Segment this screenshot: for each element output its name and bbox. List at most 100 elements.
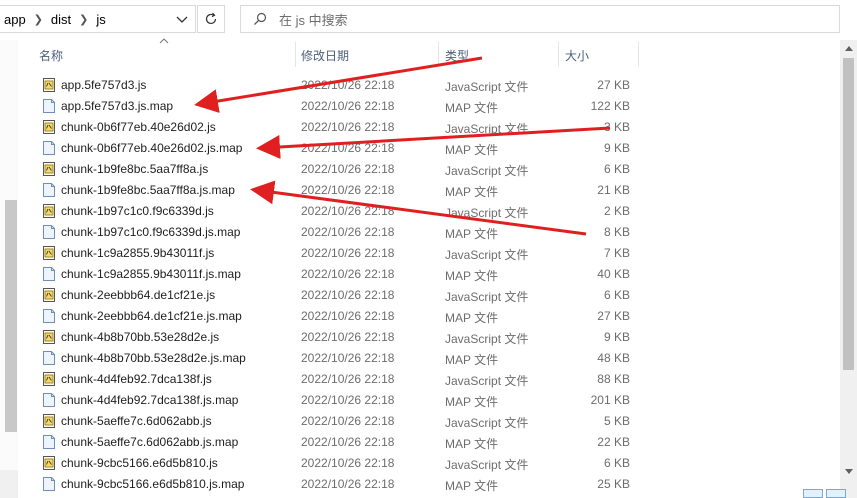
column-divider[interactable] xyxy=(295,42,296,67)
file-name[interactable]: chunk-9cbc5166.e6d5b810.js.map xyxy=(61,477,244,491)
file-size: 6 KB xyxy=(603,456,630,470)
file-type: JavaScript 文件 xyxy=(445,164,529,178)
file-date: 2022/10/26 22:18 xyxy=(301,204,395,218)
column-header-date[interactable]: 修改日期 xyxy=(301,40,349,71)
file-name[interactable]: chunk-1b9fe8bc.5aa7ff8a.js.map xyxy=(61,183,235,197)
table-row[interactable]: chunk-5aeffe7c.6d062abb.js 2022/10/26 22:… xyxy=(38,411,638,432)
file-type: JavaScript 文件 xyxy=(445,458,529,472)
column-divider[interactable] xyxy=(558,42,559,67)
file-name[interactable]: chunk-1c9a2855.9b43011f.js xyxy=(61,246,214,260)
table-row[interactable]: chunk-0b6f77eb.40e26d02.js.map 2022/10/26… xyxy=(38,138,638,159)
js-file-icon xyxy=(43,78,55,92)
file-name[interactable]: chunk-9cbc5166.e6d5b810.js xyxy=(61,456,218,470)
vertical-scrollbar[interactable] xyxy=(840,40,857,498)
search-input[interactable]: 在 js 中搜索 xyxy=(240,5,840,33)
column-header-size[interactable]: 大小 xyxy=(565,40,589,71)
table-row[interactable]: chunk-2eebbb64.de1cf21e.js 2022/10/26 22:… xyxy=(38,285,638,306)
table-row[interactable]: chunk-1b97c1c0.f9c6339d.js 2022/10/26 22:… xyxy=(38,201,638,222)
file-date: 2022/10/26 22:18 xyxy=(301,309,395,323)
table-row[interactable]: chunk-4b8b70bb.53e28d2e.js 2022/10/26 22:… xyxy=(38,327,638,348)
file-type: MAP 文件 xyxy=(445,227,499,241)
file-name[interactable]: app.5fe757d3.js xyxy=(61,78,146,92)
file-size: 21 KB xyxy=(597,183,630,197)
file-size: 2 KB xyxy=(603,204,630,218)
chevron-up-icon xyxy=(844,46,853,51)
file-name[interactable]: chunk-4b8b70bb.53e28d2e.js.map xyxy=(61,351,246,365)
file-date: 2022/10/26 22:18 xyxy=(301,414,395,428)
file-size: 9 KB xyxy=(603,141,630,155)
file-date: 2022/10/26 22:18 xyxy=(301,162,395,176)
file-name[interactable]: chunk-4d4feb92.7dca138f.js xyxy=(61,372,212,386)
file-name[interactable]: chunk-0b6f77eb.40e26d02.js xyxy=(61,120,216,134)
file-size: 5 KB xyxy=(603,414,630,428)
navigation-scrollbar[interactable] xyxy=(5,200,17,432)
file-name[interactable]: chunk-5aeffe7c.6d062abb.js.map xyxy=(61,435,238,449)
table-row[interactable]: chunk-1b9fe8bc.5aa7ff8a.js.map 2022/10/26… xyxy=(38,180,638,201)
table-row[interactable]: chunk-5aeffe7c.6d062abb.js.map 2022/10/26… xyxy=(38,432,638,453)
table-row[interactable]: chunk-1c9a2855.9b43011f.js 2022/10/26 22:… xyxy=(38,243,638,264)
table-row[interactable]: app.5fe757d3.js.map 2022/10/26 22:18 MAP 文… xyxy=(38,96,638,117)
table-row[interactable]: chunk-0b6f77eb.40e26d02.js 2022/10/26 22:… xyxy=(38,117,638,138)
file-date: 2022/10/26 22:18 xyxy=(301,120,395,134)
file-date: 2022/10/26 22:18 xyxy=(301,246,395,260)
table-row[interactable]: chunk-9cbc5166.e6d5b810.js.map 2022/10/26… xyxy=(38,474,638,495)
scrollbar-thumb[interactable] xyxy=(843,58,854,370)
address-bar[interactable]: app ❯ dist ❯ js xyxy=(0,5,196,33)
file-type: MAP 文件 xyxy=(445,269,499,283)
search-placeholder: 在 js 中搜索 xyxy=(279,12,348,28)
details-view-button[interactable] xyxy=(803,489,823,498)
file-date: 2022/10/26 22:18 xyxy=(301,330,395,344)
file-name[interactable]: app.5fe757d3.js.map xyxy=(61,99,173,113)
file-date: 2022/10/26 22:18 xyxy=(301,477,395,491)
breadcrumb-dist[interactable]: dist xyxy=(47,12,75,27)
table-row[interactable]: chunk-4b8b70bb.53e28d2e.js.map 2022/10/26… xyxy=(38,348,638,369)
table-row[interactable]: chunk-1c9a2855.9b43011f.js.map 2022/10/26… xyxy=(38,264,638,285)
file-name[interactable]: chunk-1b97c1c0.f9c6339d.js xyxy=(61,204,214,218)
file-type: JavaScript 文件 xyxy=(445,332,529,346)
table-row[interactable]: app.5fe757d3.js 2022/10/26 22:18 JavaScrip… xyxy=(38,75,638,96)
chevron-down-icon[interactable] xyxy=(175,12,189,26)
table-row[interactable]: chunk-4d4feb92.7dca138f.js 2022/10/26 22:… xyxy=(38,369,638,390)
scroll-up-button[interactable] xyxy=(840,40,857,57)
js-file-icon xyxy=(43,204,55,218)
table-row[interactable]: chunk-9cbc5166.e6d5b810.js 2022/10/26 22:… xyxy=(38,453,638,474)
file-name[interactable]: chunk-0b6f77eb.40e26d02.js.map xyxy=(61,141,242,155)
file-type: MAP 文件 xyxy=(445,353,499,367)
file-size: 6 KB xyxy=(603,288,630,302)
file-name[interactable]: chunk-4b8b70bb.53e28d2e.js xyxy=(61,330,219,344)
file-size: 88 KB xyxy=(597,372,630,386)
table-row[interactable]: chunk-1b97c1c0.f9c6339d.js.map 2022/10/26… xyxy=(38,222,638,243)
breadcrumb-js[interactable]: js xyxy=(92,12,109,27)
file-name[interactable]: chunk-2eebbb64.de1cf21e.js.map xyxy=(61,309,242,323)
file-date: 2022/10/26 22:18 xyxy=(301,99,395,113)
breadcrumb-separator-icon[interactable]: ❯ xyxy=(30,13,47,26)
file-name[interactable]: chunk-1c9a2855.9b43011f.js.map xyxy=(61,267,241,281)
file-name[interactable]: chunk-1b97c1c0.f9c6339d.js.map xyxy=(61,225,240,239)
view-switcher xyxy=(803,489,853,498)
file-name[interactable]: chunk-4d4feb92.7dca138f.js.map xyxy=(61,393,238,407)
file-type: MAP 文件 xyxy=(445,101,499,115)
file-type: JavaScript 文件 xyxy=(445,290,529,304)
map-file-icon xyxy=(43,141,55,155)
js-file-icon xyxy=(43,288,55,302)
column-header-type[interactable]: 类型 xyxy=(445,40,469,71)
column-divider[interactable] xyxy=(638,42,639,67)
js-file-icon xyxy=(43,162,55,176)
map-file-icon xyxy=(43,351,55,365)
file-type: MAP 文件 xyxy=(445,143,499,157)
table-row[interactable]: chunk-2eebbb64.de1cf21e.js.map 2022/10/26… xyxy=(38,306,638,327)
large-icons-view-button[interactable] xyxy=(826,489,846,498)
file-name[interactable]: chunk-2eebbb64.de1cf21e.js xyxy=(61,288,215,302)
column-header-name[interactable]: 名称 xyxy=(39,40,63,71)
file-name[interactable]: chunk-5aeffe7c.6d062abb.js xyxy=(61,414,212,428)
table-row[interactable]: chunk-4d4feb92.7dca138f.js.map 2022/10/26… xyxy=(38,390,638,411)
column-divider[interactable] xyxy=(438,42,439,67)
file-name[interactable]: chunk-1b9fe8bc.5aa7ff8a.js xyxy=(61,162,208,176)
file-type: JavaScript 文件 xyxy=(445,374,529,388)
breadcrumb-separator-icon[interactable]: ❯ xyxy=(75,13,92,26)
table-row[interactable]: chunk-1b9fe8bc.5aa7ff8a.js 2022/10/26 22:… xyxy=(38,159,638,180)
scroll-down-button[interactable] xyxy=(840,463,857,480)
refresh-button[interactable] xyxy=(197,5,225,33)
breadcrumb-app[interactable]: app xyxy=(0,12,30,27)
file-size: 3 KB xyxy=(603,120,630,134)
